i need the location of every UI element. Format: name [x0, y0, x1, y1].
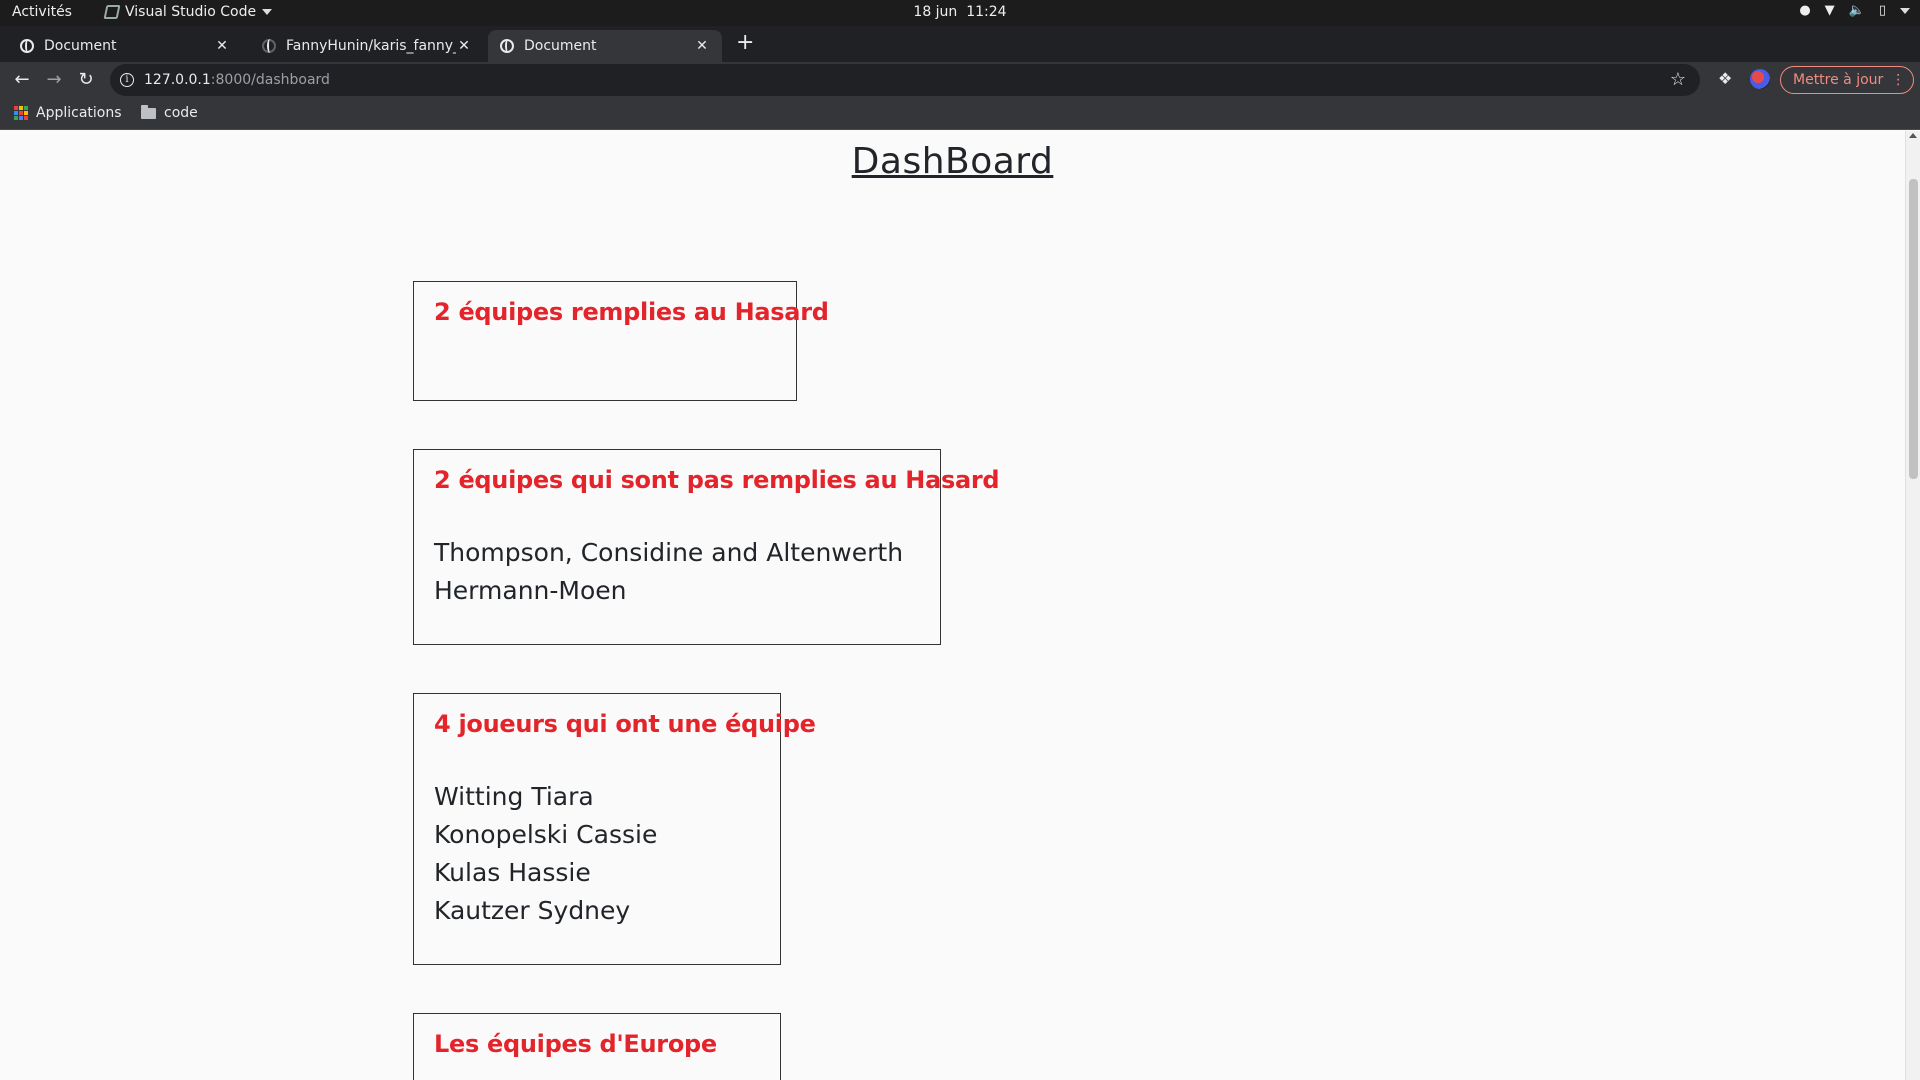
close-icon[interactable]: ✕	[456, 38, 472, 54]
browser-tab-2[interactable]: FannyHunin/karis_fanny_ ✕	[250, 30, 484, 62]
clock-date: 18 jun	[913, 4, 958, 20]
wifi-icon: ▼	[1824, 3, 1835, 18]
browser-tab-3[interactable]: Document ✕	[488, 30, 722, 62]
bookmark-applications[interactable]: Applications	[14, 105, 122, 121]
bookmarks-bar: Applications code	[0, 98, 1920, 130]
scrollbar-thumb[interactable]	[1909, 179, 1918, 479]
volume-icon: 🔈	[1848, 3, 1865, 18]
list-item: Witting Tiara	[434, 782, 594, 811]
discord-icon[interactable]: ●	[1799, 3, 1810, 18]
os-top-bar: Activités Visual Studio Code 18 jun 11:2…	[0, 0, 1920, 26]
list-item: Konopelski Cassie	[434, 820, 658, 849]
card-europe-teams: Les équipes d'Europe	[413, 1013, 781, 1080]
globe-icon	[500, 39, 514, 53]
extensions-icon[interactable]: ❖	[1718, 69, 1732, 88]
card-filled-teams: 2 équipes remplies au Hasard	[413, 281, 829, 401]
folder-icon	[141, 104, 156, 119]
list-item: Kautzer Sydney	[434, 896, 631, 925]
tab-title: Document	[44, 38, 117, 54]
system-tray[interactable]: ● ▼ 🔈 ▯	[1799, 3, 1910, 18]
clock-time: 11:24	[966, 4, 1007, 20]
github-icon	[262, 39, 276, 53]
chevron-down-icon	[262, 9, 273, 15]
tab-strip: Document ✕ FannyHunin/karis_fanny_ ✕ Doc…	[0, 26, 1920, 80]
clock: 18 jun 11:24	[0, 4, 1920, 20]
close-icon[interactable]: ✕	[694, 38, 710, 54]
card-unfilled-teams: 2 équipes qui sont pas remplies au Hasar…	[413, 449, 1000, 645]
back-button[interactable]: ←	[10, 68, 34, 92]
list-item: Kulas Hassie	[434, 858, 591, 887]
list-item: Thompson, Considine and Altenwerth	[434, 538, 904, 567]
tab-title: Document	[524, 38, 597, 54]
browser-tab-1[interactable]: Document ✕	[8, 30, 242, 62]
update-label: Mettre à jour	[1793, 72, 1884, 88]
battery-icon: ▯	[1878, 3, 1886, 18]
card-heading: 2 équipes remplies au Hasard	[434, 298, 829, 326]
more-menu-icon[interactable]: ⋮	[1891, 67, 1905, 93]
bookmark-star-icon[interactable]: ☆	[1670, 69, 1686, 90]
address-bar[interactable]: i 127.0.0.1:8000/dashboard ☆	[110, 64, 1700, 96]
url-path: :8000/dashboard	[210, 72, 330, 88]
browser-toolbar: ← → ↻ i 127.0.0.1:8000/dashboard ☆ ❖ Met…	[0, 62, 1920, 98]
forward-button[interactable]: →	[42, 68, 66, 92]
info-icon[interactable]: i	[120, 73, 134, 87]
page-viewport: DashBoard 2 équipes remplies au Hasard 2…	[0, 131, 1905, 1080]
clock-button[interactable]: 18 jun 11:24	[913, 4, 1006, 20]
bookmark-code[interactable]: code	[141, 104, 198, 121]
close-icon[interactable]: ✕	[214, 38, 230, 54]
card-heading: 2 équipes qui sont pas remplies au Hasar…	[434, 466, 1000, 494]
activities-button[interactable]: Activités	[12, 4, 72, 20]
profile-avatar[interactable]	[1750, 69, 1770, 89]
bookmark-label: code	[164, 105, 198, 121]
globe-icon	[20, 39, 34, 53]
apps-grid-icon	[14, 106, 28, 120]
reload-button[interactable]: ↻	[74, 68, 98, 92]
chevron-down-icon[interactable]	[1900, 7, 1910, 14]
url-host: 127.0.0.1	[144, 72, 211, 88]
app-menu[interactable]: Visual Studio Code	[103, 4, 273, 20]
bookmark-label: Applications	[36, 105, 122, 121]
tab-title: FannyHunin/karis_fanny_	[286, 38, 456, 54]
page-title: DashBoard	[851, 141, 1054, 182]
scroll-up-icon[interactable]	[1909, 133, 1917, 138]
app-name: Visual Studio Code	[125, 4, 257, 20]
card-heading: 4 joueurs qui ont une équipe	[434, 710, 816, 738]
card-players-with-team: 4 joueurs qui ont une équipe Witting Tia…	[413, 693, 816, 965]
new-tab-button[interactable]: +	[736, 32, 754, 54]
list-item: Hermann-Moen	[434, 576, 627, 605]
card-heading: Les équipes d'Europe	[434, 1030, 717, 1058]
page-scrollbar[interactable]	[1905, 131, 1920, 1080]
vscode-icon	[103, 5, 121, 19]
update-button[interactable]: Mettre à jour ⋮	[1780, 66, 1915, 94]
